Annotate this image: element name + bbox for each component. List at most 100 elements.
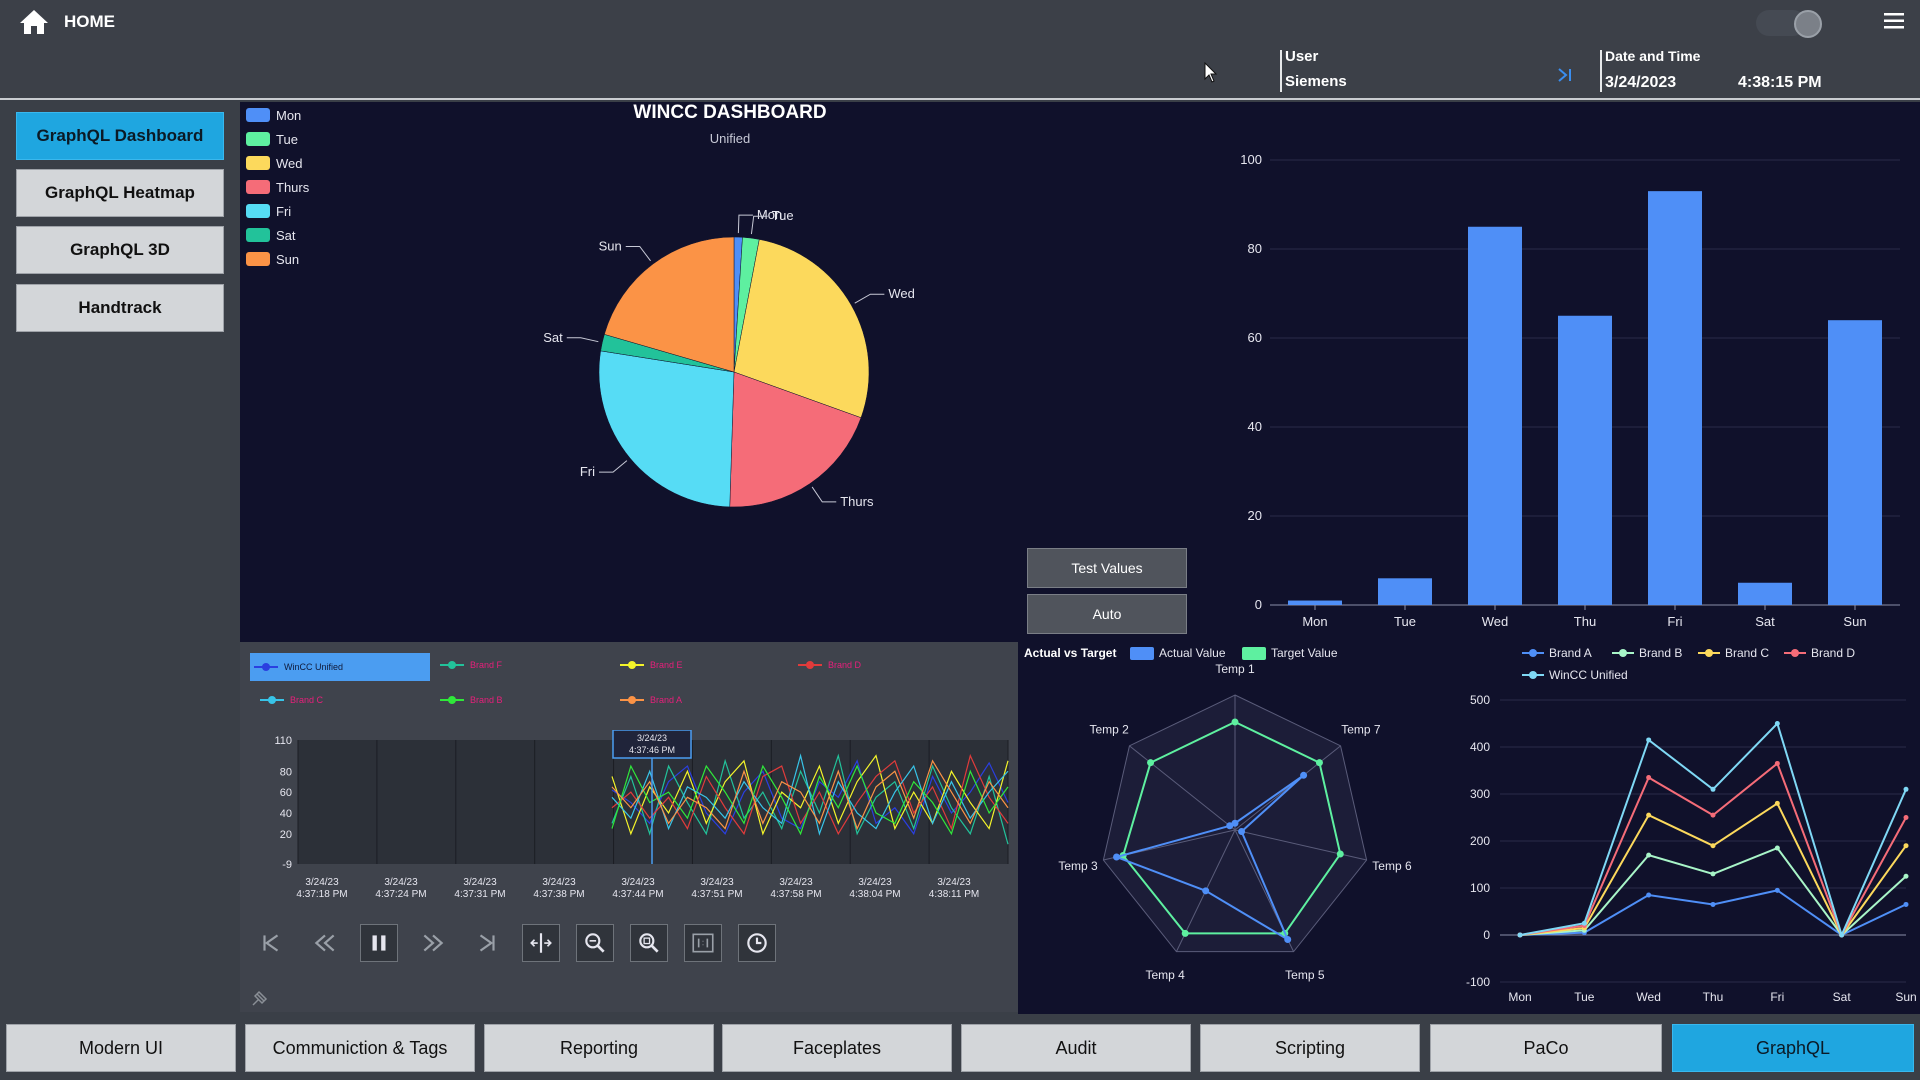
pie-legend-item[interactable]: Wed — [246, 154, 303, 172]
pie-legend-item[interactable]: Sat — [246, 226, 296, 244]
trend-legend-item[interactable]: Brand E — [620, 658, 683, 672]
bar-xtick-label: Mon — [1302, 614, 1327, 629]
sidebar-item-graphql-dashboard[interactable]: GraphQL Dashboard — [16, 112, 224, 160]
trend-legend-item[interactable]: Brand D — [798, 658, 861, 672]
legend-swatch — [246, 252, 270, 266]
nav-communication-tags[interactable]: Communiction & Tags — [245, 1024, 475, 1072]
bar-ytick-label: 40 — [1248, 419, 1262, 434]
trend-legend-label: WinCC Unified — [284, 662, 344, 672]
auto-button[interactable]: Auto — [1027, 594, 1187, 634]
trend-legend-label: Brand A — [650, 695, 683, 705]
line-xtick-label: Fri — [1770, 990, 1784, 1004]
radar-point — [1231, 718, 1239, 726]
bar-xtick-label: Thu — [1574, 614, 1596, 629]
bar-ytick-label: 80 — [1248, 241, 1262, 256]
trend-xtick-label: 4:37:18 PM — [296, 889, 347, 900]
trend-control-button[interactable] — [360, 924, 398, 962]
radar-point — [1315, 759, 1323, 767]
nav-faceplates[interactable]: Faceplates — [722, 1024, 952, 1072]
bar-xtick-label: Sat — [1755, 614, 1775, 629]
trend-legend-item[interactable]: Brand C — [260, 693, 323, 707]
line-legend-marker — [1529, 671, 1537, 679]
trend-control-button[interactable] — [414, 924, 452, 962]
trend-xtick-label: 4:37:24 PM — [375, 889, 426, 900]
line-ytick-label: 300 — [1470, 787, 1490, 801]
sidebar-item-graphql-3d[interactable]: GraphQL 3D — [16, 226, 224, 274]
pie-slice-label: Wed — [888, 286, 915, 301]
clock-icon — [747, 933, 767, 953]
pie-legend-item[interactable]: Thurs — [246, 178, 309, 196]
bar-ytick-label: 100 — [1240, 152, 1262, 167]
bar-xtick-label: Wed — [1482, 614, 1509, 629]
sidebar-item-handtrack[interactable]: Handtrack — [16, 284, 224, 332]
theme-toggle-knob[interactable] — [1794, 10, 1822, 38]
legend-line-marker-icon — [620, 661, 644, 669]
line-point — [1710, 786, 1716, 792]
line-legend-label: Brand D — [1811, 646, 1855, 660]
nav-audit[interactable]: Audit — [961, 1024, 1191, 1072]
line-xtick-label: Sun — [1895, 990, 1916, 1004]
radar-point — [1181, 929, 1189, 937]
time-value: 4:38:15 PM — [1738, 74, 1822, 91]
trend-control-button[interactable] — [306, 924, 344, 962]
trend-xtick-label: 3/24/23 — [621, 877, 655, 888]
line-xtick-label: Thu — [1703, 990, 1724, 1004]
trend-ytick-label: 80 — [280, 766, 292, 778]
trend-legend-wincc-unified[interactable]: WinCC Unified — [250, 653, 430, 681]
sidebar-item-graphql-heatmap[interactable]: GraphQL Heatmap — [16, 169, 224, 217]
line-point — [1839, 932, 1845, 938]
pin-icon[interactable] — [250, 990, 268, 1008]
legend-line-marker-icon — [260, 696, 284, 704]
trend-xtick-label: 3/24/23 — [858, 877, 892, 888]
trend-control-button[interactable] — [684, 924, 722, 962]
line-point — [1903, 901, 1909, 907]
trend-legend-item[interactable]: Brand F — [440, 658, 502, 672]
radar-point — [1238, 828, 1246, 836]
trend-xtick-label: 4:37:58 PM — [770, 889, 821, 900]
menu-icon[interactable] — [1884, 13, 1904, 29]
line-point — [1646, 775, 1652, 781]
nav-scripting[interactable]: Scripting — [1200, 1024, 1420, 1072]
nav-modern-ui[interactable]: Modern UI — [6, 1024, 236, 1072]
trend-legend-item[interactable]: Brand B — [440, 693, 503, 707]
trend-control-button[interactable] — [468, 924, 506, 962]
trend-legend-item[interactable]: Brand A — [620, 693, 682, 707]
pie-legend-item[interactable]: Sun — [246, 250, 299, 268]
nav-graphql[interactable]: GraphQL — [1672, 1024, 1914, 1072]
home-icon[interactable] — [18, 8, 50, 36]
radar-axis-label: Temp 2 — [1089, 723, 1129, 737]
line-ytick-label: 100 — [1470, 881, 1490, 895]
nav-paco[interactable]: PaCo — [1430, 1024, 1662, 1072]
pie-legend-item[interactable]: Fri — [246, 202, 291, 220]
trend-xtick-label: 3/24/23 — [384, 877, 418, 888]
radar-axis-label: Temp 6 — [1372, 859, 1412, 873]
pie-slice-label: Fri — [580, 464, 595, 479]
radar-chart: Actual vs Target Actual Value Target Value… — [1024, 646, 1412, 982]
trend-control-button[interactable] — [738, 924, 776, 962]
home-label[interactable]: HOME — [64, 12, 115, 32]
line-legend-marker — [1529, 649, 1537, 657]
pie-leader-line — [854, 293, 885, 304]
mouse-cursor-icon — [1204, 62, 1218, 83]
legend-line-marker-icon — [440, 696, 464, 704]
trend-control-button[interactable] — [522, 924, 560, 962]
pie-leader-line — [737, 214, 753, 234]
legend-label: Fri — [276, 203, 292, 219]
pie-legend-item[interactable]: Mon — [246, 106, 301, 124]
bar-ytick-label: 60 — [1248, 330, 1262, 345]
trend-xtick-label: 4:37:31 PM — [454, 889, 505, 900]
trend-control-button[interactable] — [630, 924, 668, 962]
nav-reporting[interactable]: Reporting — [484, 1024, 714, 1072]
pie-legend-item[interactable]: Tue — [246, 130, 298, 148]
line-point — [1903, 786, 1909, 792]
test-values-button[interactable]: Test Values — [1027, 548, 1187, 588]
skip-next-icon[interactable] — [1556, 66, 1574, 84]
legend-swatch — [246, 108, 270, 122]
dashboard-subtitle: Unified — [709, 131, 751, 146]
ruler-icon — [530, 933, 552, 953]
legend-swatch — [246, 228, 270, 242]
trend-control-button[interactable] — [252, 924, 290, 962]
pie-slice-fri — [598, 350, 735, 508]
trend-control-button[interactable] — [576, 924, 614, 962]
line-ytick-label: 500 — [1470, 693, 1490, 707]
